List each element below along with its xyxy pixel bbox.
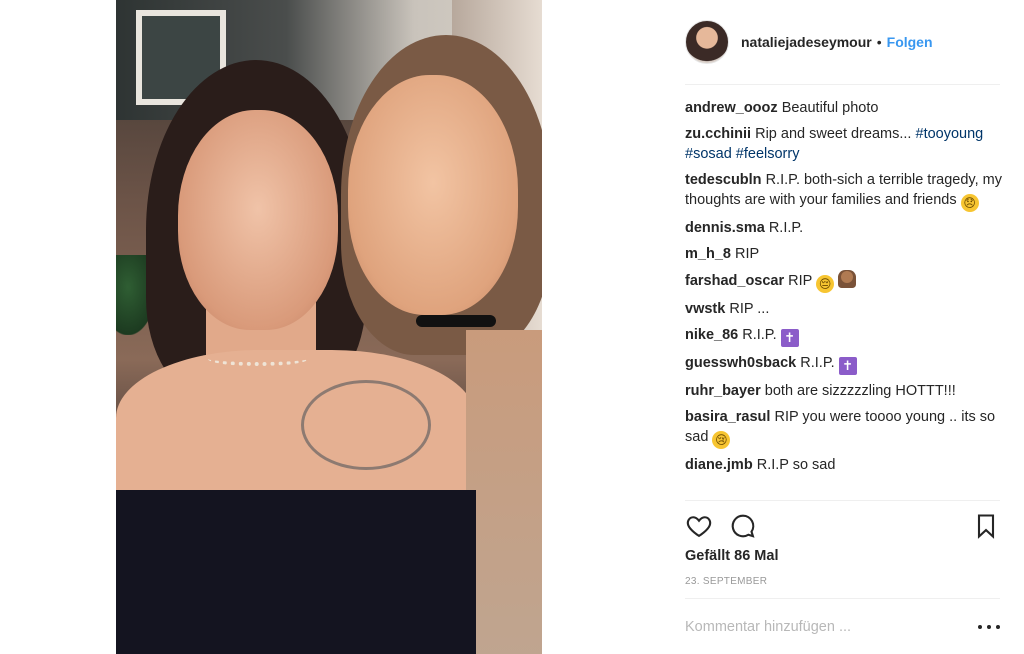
comment-item: nike_86 R.I.P. ✝ xyxy=(685,325,1003,347)
comment-text: Rip and sweet dreams... xyxy=(755,126,912,142)
hashtag-link[interactable]: #sosad xyxy=(685,146,732,162)
separator-dot: • xyxy=(876,34,882,50)
latin-cross-icon: ✝ xyxy=(780,329,799,347)
comment-item: dennis.sma R.I.P. xyxy=(685,218,1003,238)
comment-text: R.I.P. xyxy=(800,355,835,371)
sad-face-icon: 😞 xyxy=(960,194,979,212)
dot-icon xyxy=(996,625,1000,629)
comment-username[interactable]: nike_86 xyxy=(685,327,738,343)
more-options-icon[interactable] xyxy=(978,618,1000,636)
comment-username[interactable]: guesswh0sback xyxy=(685,355,796,371)
photo-necklace xyxy=(208,352,308,366)
comment-text: R.I.P so sad xyxy=(756,457,836,473)
comment-text: R.I.P. xyxy=(742,327,777,343)
comment-item: farshad_oscar RIP 😔 xyxy=(685,270,1003,293)
pensive-face-icon: 😔 xyxy=(816,275,835,293)
photo-choker xyxy=(416,315,496,327)
photo-person-right-face xyxy=(348,75,518,315)
latin-cross-icon: ✝ xyxy=(838,357,857,375)
comment-username[interactable]: dennis.sma xyxy=(685,220,765,236)
post-sidebar: nataliejadeseymour • Folgen andrew_oooz … xyxy=(685,0,1003,654)
comment-bubble-icon[interactable] xyxy=(729,512,757,540)
comment-username[interactable]: andrew_oooz xyxy=(685,100,778,116)
comment-text: R.I.P. xyxy=(768,220,804,236)
likes-count[interactable]: Gefällt 86 Mal xyxy=(685,548,778,564)
bookmark-icon[interactable] xyxy=(972,512,1000,540)
comment-item: diane.jmb R.I.P so sad xyxy=(685,455,1003,475)
comment-item: basira_rasul RIP you were toooo young ..… xyxy=(685,407,1003,449)
photo-person-right-body xyxy=(466,330,542,654)
dot-icon xyxy=(978,625,982,629)
divider xyxy=(685,500,1000,501)
photo-person-left-top xyxy=(116,490,476,654)
comment-username[interactable]: m_h_8 xyxy=(685,246,731,262)
comment-text: RIP xyxy=(788,273,813,289)
divider xyxy=(685,598,1000,599)
comment-item: andrew_oooz Beautiful photo xyxy=(685,98,1003,118)
post-username[interactable]: nataliejadeseymour xyxy=(741,34,872,50)
heart-icon[interactable] xyxy=(685,512,713,540)
hashtag-link[interactable]: #tooyoung xyxy=(916,126,984,142)
comments-list: andrew_oooz Beautiful photo zu.cchinii R… xyxy=(685,98,1003,481)
crying-face-icon: 😢 xyxy=(712,431,731,449)
comment-text: Beautiful photo xyxy=(781,100,879,116)
comment-item: tedescubln R.I.P. both-sich a terrible t… xyxy=(685,170,1003,212)
comment-text: RIP xyxy=(734,246,760,262)
comment-item: ruhr_bayer both are sizzzzzling HOTTT!!! xyxy=(685,381,1003,401)
comment-username[interactable]: vwstk xyxy=(685,301,725,317)
praying-person-icon xyxy=(838,270,857,288)
comment-username[interactable]: zu.cchinii xyxy=(685,126,751,142)
comment-item: vwstk RIP ... xyxy=(685,299,1003,319)
photo-tattoo xyxy=(301,380,431,470)
post-header: nataliejadeseymour • Folgen xyxy=(685,18,1000,66)
divider xyxy=(685,84,1000,85)
add-comment-input[interactable] xyxy=(685,614,965,640)
comment-item: m_h_8 RIP xyxy=(685,244,1003,264)
post-photo xyxy=(116,0,542,654)
post-date: 23. SEPTEMBER xyxy=(685,576,768,587)
follow-button[interactable]: Folgen xyxy=(887,34,933,50)
comment-item: guesswh0sback R.I.P. ✝ xyxy=(685,353,1003,375)
comment-text: both are sizzzzzling HOTTT!!! xyxy=(764,383,956,399)
photo-person-left-face xyxy=(178,110,338,330)
comment-item: zu.cchinii Rip and sweet dreams... #tooy… xyxy=(685,124,1003,164)
dot-icon xyxy=(987,625,991,629)
comment-username[interactable]: diane.jmb xyxy=(685,457,753,473)
comment-username[interactable]: basira_rasul xyxy=(685,409,770,425)
comment-username[interactable]: tedescubln xyxy=(685,172,762,188)
hashtag-link[interactable]: #feelsorry xyxy=(736,146,800,162)
comment-username[interactable]: ruhr_bayer xyxy=(685,383,761,399)
post-actions xyxy=(685,510,1000,542)
comment-text: RIP ... xyxy=(729,301,770,317)
avatar[interactable] xyxy=(685,20,729,64)
comment-username[interactable]: farshad_oscar xyxy=(685,273,784,289)
